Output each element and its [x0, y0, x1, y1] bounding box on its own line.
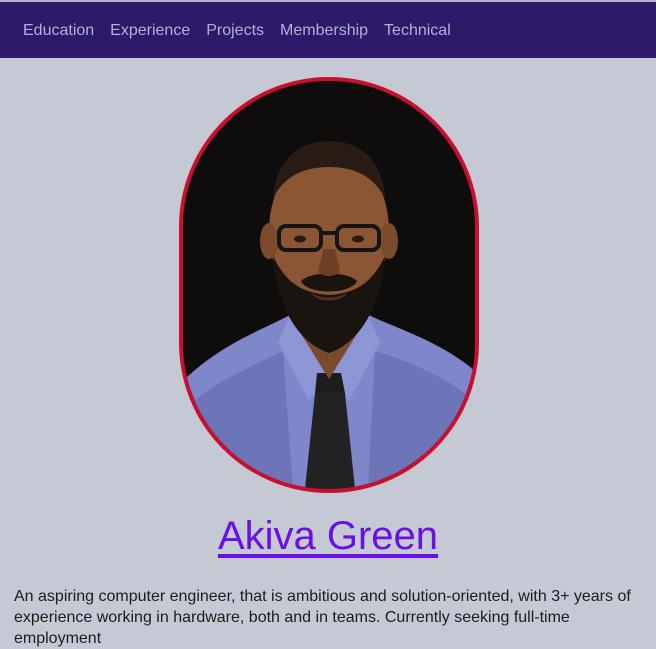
profile-name-heading: Akiva Green [0, 511, 656, 561]
nav-link-technical[interactable]: Technical [384, 21, 451, 41]
profile-photo-image [183, 81, 475, 489]
profile-bio: An aspiring computer engineer, that is a… [14, 588, 631, 647]
profile-photo [179, 77, 479, 493]
nav-link-education[interactable]: Education [23, 21, 94, 41]
profile-name-link[interactable]: Akiva Green [218, 514, 438, 558]
nav-link-membership[interactable]: Membership [280, 21, 368, 41]
top-navigation-bar: Education Experience Projects Membership… [0, 0, 656, 58]
nav-link-experience[interactable]: Experience [110, 21, 190, 41]
nav-link-projects[interactable]: Projects [206, 21, 264, 41]
main-nav: Education Experience Projects Membership… [23, 21, 451, 41]
